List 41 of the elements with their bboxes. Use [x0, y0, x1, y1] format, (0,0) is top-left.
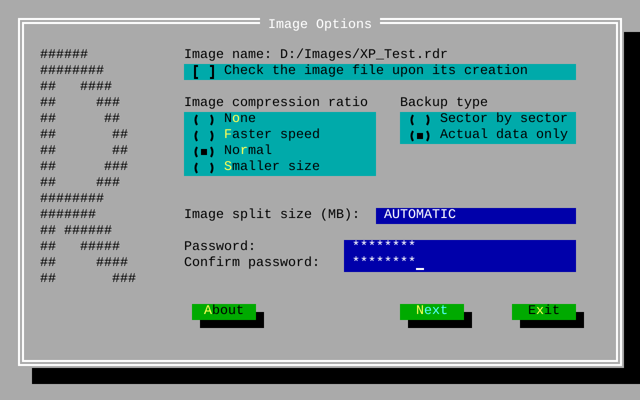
radio-icon[interactable] — [192, 160, 216, 176]
dialog-button[interactable]: Exit — [512, 304, 576, 320]
radio-icon[interactable] — [408, 112, 432, 128]
ascii-art-line: ## #### — [40, 256, 128, 272]
ascii-art-line: ## ## — [40, 128, 128, 144]
radio-option[interactable]: Smaller size — [184, 160, 320, 176]
ascii-art-line: ## ### — [40, 272, 136, 288]
ascii-art-line: ######## — [40, 64, 104, 80]
radio-icon[interactable] — [192, 128, 216, 144]
checkbox-icon[interactable] — [192, 64, 216, 80]
input-field[interactable]: AUTOMATIC — [376, 208, 576, 224]
ascii-art-line: ###### — [40, 48, 88, 64]
ascii-art-line: ## ##### — [40, 240, 120, 256]
field-label: Confirm password: — [184, 256, 320, 272]
radio-option[interactable]: Normal — [184, 144, 272, 160]
radio-option[interactable]: Actual data only — [400, 128, 568, 144]
text-cursor — [416, 268, 424, 270]
ascii-art-line: ## ### — [40, 160, 128, 176]
group-heading: Backup type — [400, 96, 489, 112]
ascii-art-line: ## ### — [40, 96, 120, 112]
radio-option[interactable]: Faster speed — [184, 128, 320, 144]
ascii-art-line: ## #### — [40, 80, 112, 96]
radio-icon[interactable] — [192, 112, 216, 128]
dialog-button[interactable]: About — [192, 304, 256, 320]
checkbox-option[interactable]: Check the image file upon its creation — [184, 64, 576, 80]
field-label: Image split size (MB): — [184, 208, 361, 224]
ascii-art-line: ## ## — [40, 144, 128, 160]
radio-option[interactable]: None — [184, 112, 256, 128]
field-label: Password: — [184, 240, 256, 256]
ascii-art-line: ## ## — [40, 112, 120, 128]
radio-option[interactable]: Sector by sector — [400, 112, 568, 128]
group-heading: Image compression ratio — [184, 96, 369, 112]
ascii-art-line: ## ### — [40, 176, 120, 192]
ascii-art-line: ## ###### — [40, 224, 112, 240]
field-label: Image name: — [184, 48, 272, 64]
radio-icon[interactable] — [192, 144, 216, 160]
file-path: D:/Images/XP_Test.rdr — [280, 48, 448, 64]
ascii-art-line: ####### — [40, 208, 96, 224]
window-title: Image Options — [260, 18, 380, 34]
ascii-art-line: ######## — [40, 192, 104, 208]
radio-icon[interactable] — [408, 128, 432, 144]
